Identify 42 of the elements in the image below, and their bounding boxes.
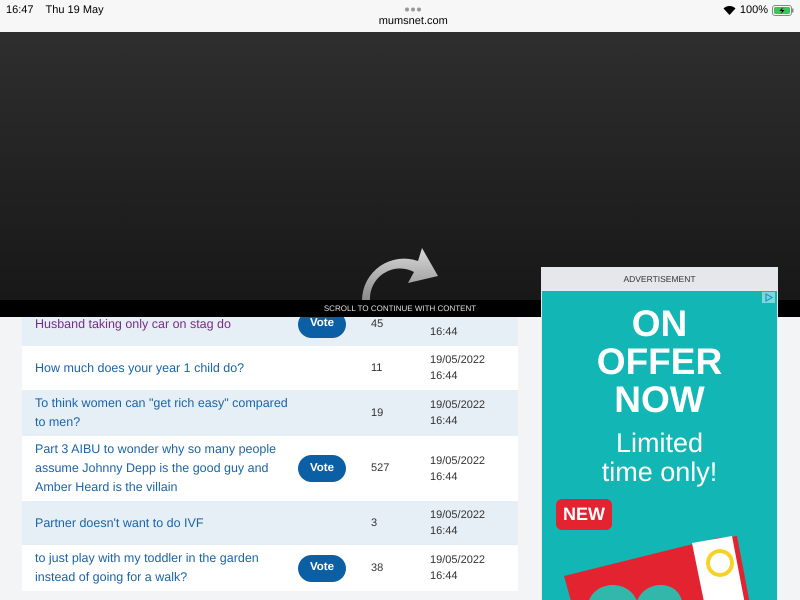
more-icon[interactable] [404,7,422,12]
adchoices-icon[interactable] [762,292,775,303]
status-date: Thu 19 May [46,3,104,18]
thread-title[interactable]: How much does your year 1 child do? [35,358,293,378]
post-date: 19/05/2022 [430,454,486,468]
post-time: 16:44 [430,414,459,429]
thread-title[interactable]: To think women can "get rich easy" compared to men? [35,394,293,432]
advert-label: ADVERTISEMENT [623,272,696,286]
battery-percent: 100% [740,3,768,18]
advert-subline: Limited [616,429,704,458]
post-date: 19/05/2022 [430,508,486,523]
reply-count: 19 [371,406,384,421]
post-time: 16:44 [430,369,459,384]
reply-count: 527 [371,461,390,476]
clock-time: 16:47 [6,3,34,18]
post-date: 19/05/2022 [430,398,486,413]
advert-headline: ON [632,305,688,343]
thread-title[interactable]: to just play with my toddler in the garden instead of going for a walk? [35,549,293,587]
post-date: 19/05/2022 [430,553,486,568]
url-text[interactable]: mumsnet.com [378,13,448,30]
advert-headline: OFFER [596,343,722,381]
reply-count: 11 [371,360,384,376]
battery-icon [772,4,794,16]
replay-icon[interactable] [362,248,440,300]
reply-count: 38 [371,560,384,576]
thread-title[interactable]: Partner doesn't want to do IVF [35,514,293,532]
vote-button[interactable]: Vote [298,554,346,582]
reply-count: 3 [371,516,378,531]
post-time: 16:44 [430,569,459,584]
post-time: 16:44 [430,524,459,539]
post-date: 19/05/2022 [430,353,486,368]
new-badge: NEW [556,499,612,530]
wifi-icon [722,5,736,16]
thread-title[interactable]: Husband taking only car on stag do [35,314,293,334]
advert-subline: time only! [602,458,718,487]
post-time: 16:44 [430,470,459,484]
advert-headline: NOW [614,381,705,419]
post-time: 16:44 [430,325,458,340]
thread-title[interactable]: Part 3 AIBU to wonder why so many people assume Johnny Depp is the good guy and Amber Heard is the villain [35,440,293,497]
vote-button[interactable]: Vote [298,455,346,482]
advert-banner[interactable]: ON OFFER NOW Limited time only! NEW [542,291,777,600]
reply-count: 45 [371,316,384,332]
